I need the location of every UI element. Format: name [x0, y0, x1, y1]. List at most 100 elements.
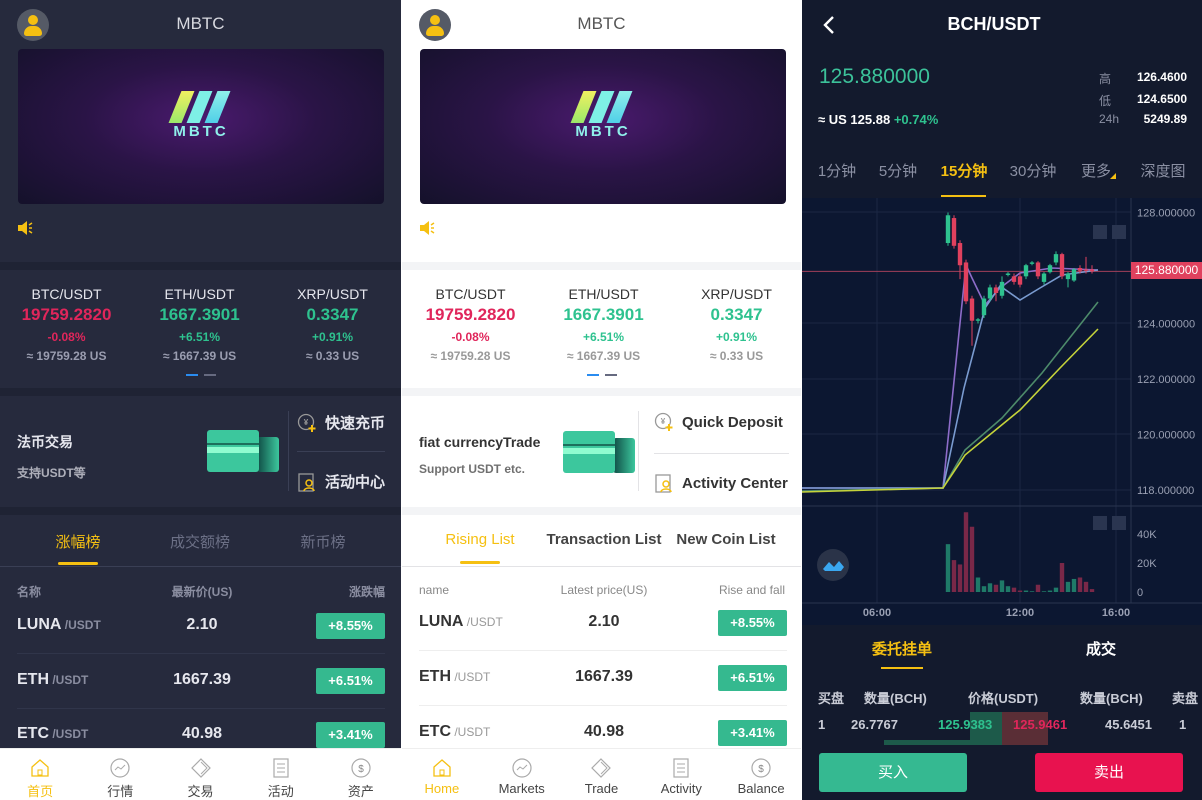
ask-price[interactable]: 125.9461 [1013, 717, 1067, 732]
col-change: Rise and fall [718, 583, 785, 597]
ticker-btc[interactable]: BTC/USDT 19759.2820 -0.08% ≈ 19759.28 US [0, 286, 133, 363]
markets-icon [110, 758, 130, 778]
stat-label: 低 [1099, 94, 1112, 108]
bid-price[interactable]: 125.9383 [938, 717, 992, 732]
ticker-btc[interactable]: BTC/USDT 19759.2820 -0.08% ≈ 19759.28 US [404, 286, 537, 363]
table-row[interactable]: LUNA /USDT 2.10 +8.55% [419, 596, 787, 651]
nav-item-0[interactable]: 首页 [0, 749, 80, 800]
balance-icon: $ [751, 758, 771, 778]
svg-text:$: $ [358, 764, 364, 775]
fiat-trade-card[interactable]: fiat currencyTrade Support USDT etc. [419, 434, 540, 476]
speaker-icon [420, 221, 435, 235]
table-row[interactable]: ETH /USDT 1667.39 +6.51% [419, 651, 787, 706]
ticker-change: -0.08% [451, 330, 490, 344]
nav-item-4[interactable]: $ Balance [721, 749, 801, 800]
ticker-change: +6.51% [582, 330, 625, 344]
ticker-pair: BTC/USDT [31, 286, 102, 302]
nav-item-0[interactable]: Home [402, 749, 482, 800]
chart-type-button[interactable] [817, 549, 849, 581]
chart-scale-button[interactable] [1112, 225, 1126, 239]
tab-2[interactable]: New Coin List [666, 531, 786, 548]
divider [0, 262, 401, 270]
change-badge: +8.55% [718, 610, 787, 636]
quick-deposit-link[interactable]: ¥ Quick Deposit [654, 412, 783, 432]
nav-item-2[interactable]: 交易 [160, 749, 240, 800]
ticker-price: 19759.2820 [425, 305, 516, 324]
banner[interactable]: MBTC [420, 49, 786, 204]
chart-scale-button[interactable] [1093, 516, 1107, 530]
nav-item-2[interactable]: Trade [562, 749, 642, 800]
coin-symbol: ETC [17, 725, 49, 742]
timeframe-4[interactable]: 更多 [1066, 160, 1126, 181]
ticker-xrp[interactable]: XRP/USDT 0.3347 +0.91% ≈ 0.33 US [670, 286, 801, 363]
tab-2[interactable]: 新币榜 [263, 531, 383, 552]
candle [987, 287, 993, 299]
deposit-icon: ¥ [654, 412, 673, 431]
buy-button[interactable]: 买入 [819, 753, 967, 792]
nav-item-1[interactable]: Markets [482, 749, 562, 800]
fiat-trade-card[interactable]: 法币交易 支持USDT等 [17, 432, 86, 481]
quick-deposit-link[interactable]: ¥ 快速充币 [297, 412, 385, 433]
change-badge: +3.41% [316, 722, 385, 748]
ticker-xrp[interactable]: XRP/USDT 0.3347 +0.91% ≈ 0.33 US [266, 286, 399, 363]
change-badge: +6.51% [718, 665, 787, 691]
candle [1041, 273, 1047, 282]
order-tab-0[interactable]: 委托挂单 [852, 638, 952, 659]
nav-item-1[interactable]: 行情 [80, 749, 160, 800]
volume-tick: 0 [1137, 587, 1143, 599]
coin-quote: /USDT [49, 673, 89, 687]
col-price: Latest price(US) [560, 583, 648, 597]
approx-usd: ≈ US 125.88 +0.74% [818, 112, 938, 127]
markets-icon [512, 758, 532, 778]
nav-item-3[interactable]: 活动 [241, 749, 321, 800]
current-price-tag: 125.880000 [1131, 262, 1202, 279]
coin-name: ETC /USDT [17, 725, 88, 743]
timeframe-5[interactable]: 深度图 [1133, 160, 1193, 181]
timeframe-3[interactable]: 30分钟 [1003, 160, 1063, 181]
divider [0, 566, 401, 567]
table-row[interactable]: ETH /USDT 1667.39 +6.51% [17, 654, 385, 709]
tab-0[interactable]: 涨幅榜 [18, 531, 138, 552]
nav-item-3[interactable]: Activity [641, 749, 721, 800]
activity-icon [273, 758, 289, 778]
ticker-eth[interactable]: ETH/USDT 1667.3901 +6.51% ≈ 1667.39 US [133, 286, 266, 363]
volume-bar [1029, 591, 1035, 592]
candle [1077, 268, 1083, 271]
timeframe-1[interactable]: 5分钟 [868, 160, 928, 181]
banner[interactable]: MBTC [18, 49, 384, 204]
sell-button[interactable]: 卖出 [1035, 753, 1183, 792]
home-icon [433, 759, 451, 777]
last-price: 125.880000 [819, 65, 930, 88]
nav-label: 行情 [107, 784, 134, 799]
timeframe-2[interactable]: 15分钟 [934, 160, 994, 181]
ticker-price: 0.3347 [306, 305, 359, 324]
volume-tick: 20K [1137, 558, 1157, 570]
table-row[interactable]: LUNA /USDT 2.10 +8.55% [17, 599, 385, 654]
volume-bar [1005, 586, 1011, 592]
order-tab-1[interactable]: 成交 [1051, 638, 1151, 659]
ticker-change: -0.08% [47, 330, 86, 344]
divider [297, 451, 385, 452]
ticker-eth[interactable]: ETH/USDT 1667.3901 +6.51% ≈ 1667.39 US [537, 286, 670, 363]
volume-bar [1071, 578, 1077, 592]
volume-bar [963, 512, 969, 592]
tab-1[interactable]: 成交额榜 [140, 531, 260, 552]
coin-price: 40.98 [583, 723, 625, 740]
bottom-nav: 首页 行情 交易 活动 $ 资产 [0, 748, 401, 800]
coin-name: LUNA /USDT [419, 613, 503, 631]
ticker-change: +6.51% [178, 330, 221, 344]
activity-center-link[interactable]: 活动中心 [297, 471, 385, 492]
tab-0[interactable]: Rising List [420, 531, 540, 548]
tab-1[interactable]: Transaction List [544, 531, 664, 548]
volume-bar [1089, 589, 1095, 592]
coin-quote: /USDT [61, 618, 101, 632]
timeframe-0[interactable]: 1分钟 [807, 160, 867, 181]
svg-text:¥: ¥ [661, 417, 666, 426]
volume-bar [1047, 590, 1053, 592]
activity-center-link[interactable]: Activity Center [654, 473, 788, 493]
nav-label: 资产 [347, 784, 374, 799]
chart-scale-button[interactable] [1112, 516, 1126, 530]
active-order-tab-indicator [881, 667, 923, 669]
chart-scale-button[interactable] [1093, 225, 1107, 239]
nav-item-4[interactable]: $ 资产 [321, 749, 401, 800]
